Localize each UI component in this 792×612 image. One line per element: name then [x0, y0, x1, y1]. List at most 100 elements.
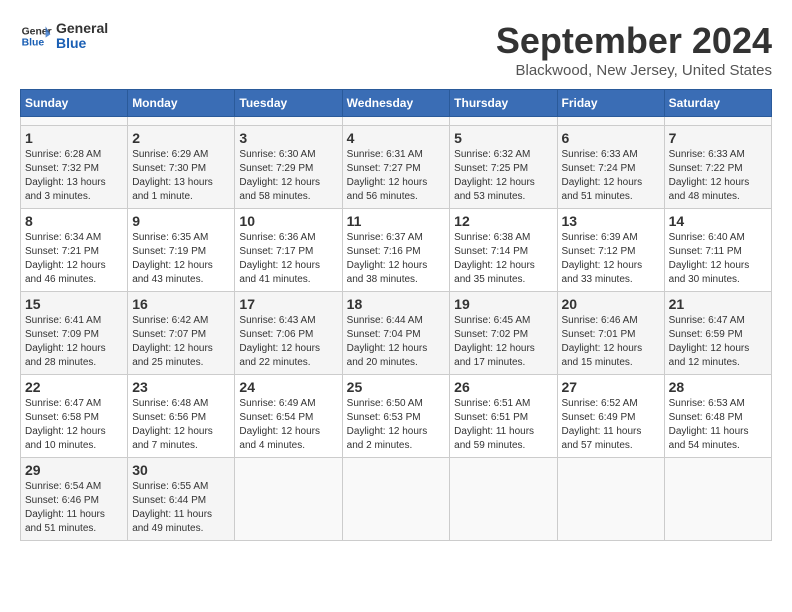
day-number: 4: [347, 130, 446, 146]
day-number: 19: [454, 296, 552, 312]
calendar-week-3: 15 Sunrise: 6:41 AMSunset: 7:09 PMDayligh…: [21, 292, 772, 375]
calendar-week-0: [21, 117, 772, 126]
weekday-header-friday: Friday: [557, 90, 664, 117]
calendar-cell: [342, 458, 450, 541]
calendar-cell: 12 Sunrise: 6:38 AMSunset: 7:14 PMDayligh…: [450, 209, 557, 292]
day-number: 26: [454, 379, 552, 395]
calendar-table: SundayMondayTuesdayWednesdayThursdayFrid…: [20, 89, 772, 541]
day-info: Sunrise: 6:37 AMSunset: 7:16 PMDaylight:…: [347, 231, 446, 287]
logo-text-line1: General: [56, 21, 108, 36]
calendar-cell: 10 Sunrise: 6:36 AMSunset: 7:17 PMDayligh…: [235, 209, 342, 292]
calendar-cell: [557, 458, 664, 541]
calendar-cell: [450, 117, 557, 126]
day-info: Sunrise: 6:44 AMSunset: 7:04 PMDaylight:…: [347, 314, 446, 370]
day-number: 29: [25, 462, 123, 478]
calendar-cell: 2 Sunrise: 6:29 AMSunset: 7:30 PMDaylight…: [128, 126, 235, 209]
calendar-cell: [235, 117, 342, 126]
logo-icon: General Blue: [20, 20, 52, 52]
day-number: 18: [347, 296, 446, 312]
calendar-cell: 22 Sunrise: 6:47 AMSunset: 6:58 PMDayligh…: [21, 375, 128, 458]
weekday-header-saturday: Saturday: [664, 90, 771, 117]
day-number: 8: [25, 213, 123, 229]
day-number: 5: [454, 130, 552, 146]
day-number: 23: [132, 379, 230, 395]
calendar-cell: [342, 117, 450, 126]
day-number: 15: [25, 296, 123, 312]
day-info: Sunrise: 6:32 AMSunset: 7:25 PMDaylight:…: [454, 148, 552, 204]
calendar-cell: [664, 117, 771, 126]
weekday-header-thursday: Thursday: [450, 90, 557, 117]
calendar-week-5: 29 Sunrise: 6:54 AMSunset: 6:46 PMDayligh…: [21, 458, 772, 541]
calendar-cell: 16Sunrise: 6:42 AMSunset: 7:07 PMDayligh…: [128, 292, 235, 375]
day-info: Sunrise: 6:45 AMSunset: 7:02 PMDaylight:…: [454, 314, 552, 370]
day-number: 21: [669, 296, 767, 312]
day-number: 13: [562, 213, 660, 229]
day-info: Sunrise: 6:50 AMSunset: 6:53 PMDaylight:…: [347, 397, 446, 453]
month-title: September 2024: [496, 20, 772, 62]
weekday-header-wednesday: Wednesday: [342, 90, 450, 117]
calendar-cell: 20 Sunrise: 6:46 AMSunset: 7:01 PMDayligh…: [557, 292, 664, 375]
day-number: 22: [25, 379, 123, 395]
day-number: 1: [25, 130, 123, 146]
day-info: Sunrise: 6:53 AMSunset: 6:48 PMDaylight:…: [669, 397, 767, 453]
calendar-body: 1 Sunrise: 6:28 AMSunset: 7:32 PMDaylight…: [21, 117, 772, 541]
day-info: Sunrise: 6:31 AMSunset: 7:27 PMDaylight:…: [347, 148, 446, 204]
day-info: Sunrise: 6:51 AMSunset: 6:51 PMDaylight:…: [454, 397, 552, 453]
day-info: Sunrise: 6:28 AMSunset: 7:32 PMDaylight:…: [25, 148, 123, 204]
calendar-cell: 4 Sunrise: 6:31 AMSunset: 7:27 PMDaylight…: [342, 126, 450, 209]
day-number: 12: [454, 213, 552, 229]
calendar-cell: 18 Sunrise: 6:44 AMSunset: 7:04 PMDayligh…: [342, 292, 450, 375]
calendar-cell: 11 Sunrise: 6:37 AMSunset: 7:16 PMDayligh…: [342, 209, 450, 292]
weekday-header-tuesday: Tuesday: [235, 90, 342, 117]
day-info: Sunrise: 6:33 AMSunset: 7:22 PMDaylight:…: [669, 148, 767, 204]
day-number: 10: [239, 213, 337, 229]
calendar-cell: 7 Sunrise: 6:33 AMSunset: 7:22 PMDaylight…: [664, 126, 771, 209]
day-number: 6: [562, 130, 660, 146]
calendar-week-2: 8 Sunrise: 6:34 AMSunset: 7:21 PMDaylight…: [21, 209, 772, 292]
day-number: 3: [239, 130, 337, 146]
day-number: 27: [562, 379, 660, 395]
day-info: Sunrise: 6:33 AMSunset: 7:24 PMDaylight:…: [562, 148, 660, 204]
day-info: Sunrise: 6:46 AMSunset: 7:01 PMDaylight:…: [562, 314, 660, 370]
calendar-cell: [21, 117, 128, 126]
day-info: Sunrise: 6:54 AMSunset: 6:46 PMDaylight:…: [25, 480, 123, 536]
day-number: 30: [132, 462, 230, 478]
day-info: Sunrise: 6:42 AMSunset: 7:07 PMDaylight:…: [132, 314, 230, 370]
day-info: Sunrise: 6:47 AMSunset: 6:58 PMDaylight:…: [25, 397, 123, 453]
weekday-header-row: SundayMondayTuesdayWednesdayThursdayFrid…: [21, 90, 772, 117]
calendar-cell: 27Sunrise: 6:52 AMSunset: 6:49 PMDayligh…: [557, 375, 664, 458]
day-info: Sunrise: 6:43 AMSunset: 7:06 PMDaylight:…: [239, 314, 337, 370]
day-info: Sunrise: 6:38 AMSunset: 7:14 PMDaylight:…: [454, 231, 552, 287]
calendar-cell: [664, 458, 771, 541]
day-info: Sunrise: 6:30 AMSunset: 7:29 PMDaylight:…: [239, 148, 337, 204]
calendar-week-1: 1 Sunrise: 6:28 AMSunset: 7:32 PMDaylight…: [21, 126, 772, 209]
day-info: Sunrise: 6:49 AMSunset: 6:54 PMDaylight:…: [239, 397, 337, 453]
day-info: Sunrise: 6:39 AMSunset: 7:12 PMDaylight:…: [562, 231, 660, 287]
calendar-cell: 23Sunrise: 6:48 AMSunset: 6:56 PMDayligh…: [128, 375, 235, 458]
calendar-cell: 26 Sunrise: 6:51 AMSunset: 6:51 PMDayligh…: [450, 375, 557, 458]
day-info: Sunrise: 6:29 AMSunset: 7:30 PMDaylight:…: [132, 148, 230, 204]
day-number: 9: [132, 213, 230, 229]
calendar-cell: 29 Sunrise: 6:54 AMSunset: 6:46 PMDayligh…: [21, 458, 128, 541]
calendar-cell: 19 Sunrise: 6:45 AMSunset: 7:02 PMDayligh…: [450, 292, 557, 375]
calendar-cell: [128, 117, 235, 126]
calendar-cell: [450, 458, 557, 541]
calendar-cell: 3 Sunrise: 6:30 AMSunset: 7:29 PMDaylight…: [235, 126, 342, 209]
day-number: 25: [347, 379, 446, 395]
day-number: 2: [132, 130, 230, 146]
day-number: 11: [347, 213, 446, 229]
svg-text:Blue: Blue: [22, 38, 45, 49]
day-info: Sunrise: 6:34 AMSunset: 7:21 PMDaylight:…: [25, 231, 123, 287]
day-info: Sunrise: 6:41 AMSunset: 7:09 PMDaylight:…: [25, 314, 123, 370]
day-number: 20: [562, 296, 660, 312]
day-info: Sunrise: 6:36 AMSunset: 7:17 PMDaylight:…: [239, 231, 337, 287]
calendar-week-4: 22 Sunrise: 6:47 AMSunset: 6:58 PMDayligh…: [21, 375, 772, 458]
logo-text-line2: Blue: [56, 36, 108, 51]
calendar-cell: 15 Sunrise: 6:41 AMSunset: 7:09 PMDayligh…: [21, 292, 128, 375]
day-number: 28: [669, 379, 767, 395]
weekday-header-monday: Monday: [128, 90, 235, 117]
calendar-cell: 17Sunrise: 6:43 AMSunset: 7:06 PMDayligh…: [235, 292, 342, 375]
calendar-cell: 6 Sunrise: 6:33 AMSunset: 7:24 PMDaylight…: [557, 126, 664, 209]
day-number: 7: [669, 130, 767, 146]
day-number: 24: [239, 379, 337, 395]
